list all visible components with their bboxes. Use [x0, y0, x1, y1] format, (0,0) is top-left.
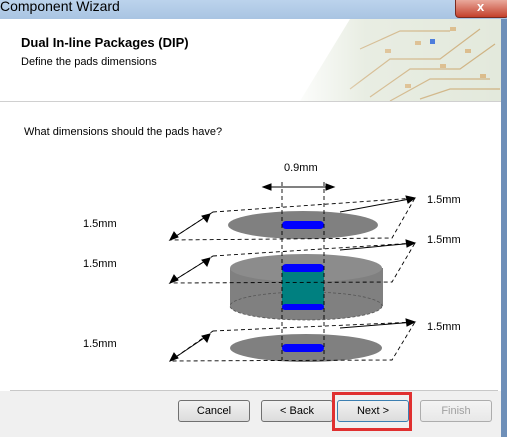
- wizard-header: Dual In-line Packages (DIP) Define the p…: [0, 19, 501, 102]
- window-frame-right: [501, 19, 507, 437]
- next-button-highlight: [332, 392, 412, 431]
- pcb-banner-image: [290, 19, 501, 101]
- close-button[interactable]: x: [455, 0, 507, 18]
- window-title: Component Wizard: [0, 0, 120, 14]
- close-icon: x: [477, 0, 485, 14]
- right-top-size-label: 1.5mm: [427, 194, 461, 206]
- left-bottom-thickness-label: 1.5mm: [83, 338, 117, 350]
- pad-dimension-diagram: [168, 182, 417, 362]
- right-middle-size-label: 1.5mm: [427, 234, 461, 246]
- pad-bottom: [230, 334, 382, 362]
- hole-width-label: 0.9mm: [284, 162, 318, 174]
- window-titlebar[interactable]: Component Wizard x: [0, 0, 507, 19]
- cancel-button[interactable]: Cancel: [178, 400, 250, 422]
- left-top-thickness-label: 1.5mm: [83, 218, 117, 230]
- right-bottom-size-label: 1.5mm: [427, 321, 461, 333]
- page-title: Dual In-line Packages (DIP): [21, 35, 189, 50]
- page-subtitle: Define the pads dimensions: [21, 56, 157, 68]
- pad-top: [228, 211, 378, 239]
- pads-question: What dimensions should the pads have?: [24, 126, 223, 138]
- barrel-middle: [229, 254, 383, 321]
- back-button[interactable]: < Back: [261, 400, 333, 422]
- finish-button: Finish: [420, 400, 492, 422]
- left-middle-thickness-label: 1.5mm: [83, 258, 117, 270]
